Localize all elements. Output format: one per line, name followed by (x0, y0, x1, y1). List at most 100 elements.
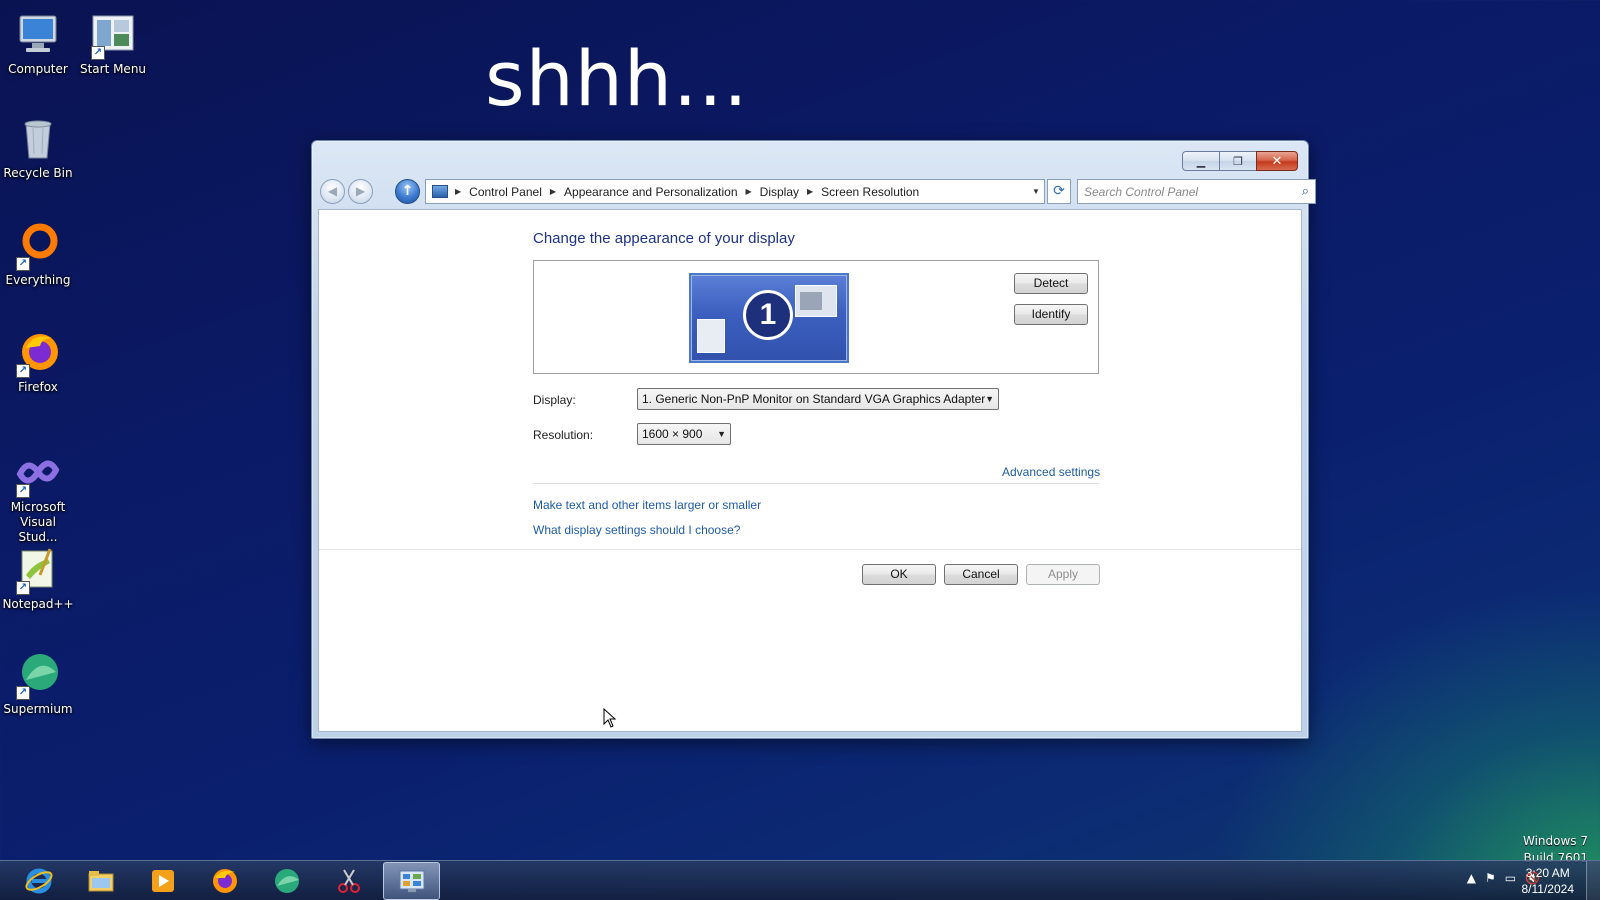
start-menu-icon: ↗ (89, 10, 137, 60)
address-bar[interactable]: ▶ Control Panel ▶ Appearance and Persona… (425, 179, 1045, 204)
ok-button[interactable]: OK (862, 564, 936, 585)
desktop-icon-label: Firefox (18, 380, 58, 394)
apply-button[interactable]: Apply (1026, 564, 1100, 585)
network-icon[interactable]: ▭ (1505, 871, 1516, 885)
breadcrumb-screen-resolution[interactable]: Screen Resolution (821, 185, 919, 199)
taskbar-clock[interactable]: 3:20 AM 8/11/2024 (1522, 865, 1575, 897)
up-button[interactable]: ↑ (395, 179, 420, 204)
taskbar-firefox[interactable] (196, 862, 253, 900)
desktop-overlay-text: shhh... (485, 34, 749, 123)
identify-button[interactable]: Identify (1014, 304, 1088, 325)
desktop-icon-label: Notepad++ (2, 597, 74, 611)
control-panel-icon (432, 185, 448, 198)
desktop-icon-label: Supermium (3, 702, 73, 716)
search-box: ⌕ (1077, 179, 1316, 204)
up-arrow-icon: ↑ (401, 183, 414, 199)
desktop-icon-label: Start Menu (79, 62, 147, 76)
file-explorer-icon (88, 871, 113, 892)
display-settings-help-link[interactable]: What display settings should I choose? (533, 523, 740, 537)
monitor-1-tile[interactable]: 1 (689, 273, 849, 363)
notepad-plus-plus-icon: ↗ (14, 545, 62, 595)
chevron-right-icon: ▶ (455, 187, 462, 196)
supermium-icon: ↗ (14, 650, 62, 700)
cancel-button[interactable]: Cancel (944, 564, 1018, 585)
desktop-icon-start-menu[interactable]: ↗ Start Menu (75, 10, 151, 77)
show-hidden-icons-icon[interactable]: ▲ (1467, 871, 1476, 885)
taskbar-control-panel[interactable] (383, 862, 440, 900)
chevron-right-icon: ▶ (745, 187, 752, 196)
monitor-window-graphic (795, 285, 837, 317)
search-icon[interactable]: ⌕ (1302, 184, 1309, 199)
taskbar-snipping-tool[interactable] (320, 862, 377, 900)
clock-date: 8/11/2024 (1521, 882, 1575, 896)
back-arrow-icon: ◀ (327, 184, 338, 198)
screen-resolution-window: ▁ ❐ ✕ ◀ ▶ ↑ ▶ Control Panel ▶ Appearance… (311, 140, 1316, 739)
taskbar-media-player[interactable] (134, 862, 191, 900)
content-pane: Change the appearance of your display 1 … (318, 209, 1302, 732)
supermium-icon (274, 869, 299, 893)
display-select[interactable]: 1. Generic Non-PnP Monitor on Standard V… (637, 388, 999, 410)
refresh-button[interactable]: ⟳ (1047, 179, 1071, 204)
monitor-arrangement-panel: 1 Detect Identify (533, 260, 1099, 374)
control-panel-icon (399, 870, 424, 892)
detect-button[interactable]: Detect (1014, 273, 1088, 294)
desktop-icon-supermium[interactable]: ↗ Supermium (0, 650, 76, 717)
close-button[interactable]: ✕ (1256, 151, 1298, 171)
everything-icon: ↗ (14, 221, 62, 271)
display-label: Display: (533, 393, 576, 407)
breadcrumb-display[interactable]: Display (760, 185, 799, 199)
taskbar-supermium[interactable] (258, 862, 315, 900)
address-dropdown-icon[interactable]: ▼ (1028, 187, 1044, 196)
desktop-icon-label: Computer (8, 62, 68, 76)
chevron-down-icon: ▼ (985, 394, 994, 404)
desktop-icon-visual-studio[interactable]: ↗ Microsoft Visual Stud... (0, 448, 76, 545)
breadcrumb-control-panel[interactable]: Control Panel (469, 185, 542, 199)
taskbar-internet-explorer[interactable] (10, 862, 67, 900)
maximize-button[interactable]: ❐ (1219, 151, 1257, 171)
mouse-cursor-icon (603, 708, 617, 728)
forward-button[interactable]: ▶ (348, 179, 373, 204)
show-desktop-button[interactable] (1586, 861, 1600, 900)
forward-arrow-icon: ▶ (355, 184, 366, 198)
desktop-icon-label: Microsoft Visual Stud... (10, 500, 66, 544)
desktop-icon-notepad-plus-plus[interactable]: ↗ Notepad++ (0, 545, 76, 612)
divider (319, 549, 1301, 550)
divider (533, 483, 1099, 484)
search-input[interactable] (1084, 184, 1302, 199)
refresh-icon: ⟳ (1053, 183, 1065, 199)
monitor-number: 1 (743, 290, 793, 340)
minimize-icon: ▁ (1196, 154, 1206, 168)
clock-time: 3:20 AM (1525, 866, 1570, 880)
text-size-link[interactable]: Make text and other items larger or smal… (533, 498, 761, 512)
navigation-bar: ◀ ▶ ↑ ▶ Control Panel ▶ Appearance and P… (320, 178, 1316, 204)
shortcut-arrow-icon: ↗ (16, 364, 30, 378)
resolution-select[interactable]: 1600 × 900 ▼ (637, 423, 731, 445)
media-player-icon (151, 870, 174, 892)
visual-studio-icon: ↗ (14, 448, 62, 498)
shortcut-arrow-icon: ↗ (16, 686, 30, 700)
desktop-icon-label: Everything (5, 273, 71, 287)
firefox-icon (212, 869, 237, 893)
recycle-bin-icon (14, 114, 62, 162)
shortcut-arrow-icon: ↗ (16, 581, 30, 595)
desktop-icon-computer[interactable]: Computer (0, 10, 76, 77)
chevron-right-icon: ▶ (807, 187, 814, 196)
advanced-settings-link[interactable]: Advanced settings (1002, 465, 1100, 479)
desktop-icon-firefox[interactable]: ↗ Firefox (0, 328, 76, 395)
resolution-select-value: 1600 × 900 (642, 427, 703, 441)
taskbar-file-explorer[interactable] (72, 862, 129, 900)
breadcrumb-appearance[interactable]: Appearance and Personalization (564, 185, 737, 199)
shortcut-arrow-icon: ↗ (16, 484, 30, 498)
action-center-flag-icon[interactable]: ⚑ (1485, 871, 1496, 885)
minimize-button[interactable]: ▁ (1182, 151, 1220, 171)
computer-icon (14, 10, 62, 58)
desktop-icon-recycle-bin[interactable]: Recycle Bin (0, 114, 76, 181)
resolution-label: Resolution: (533, 428, 594, 442)
back-button[interactable]: ◀ (320, 179, 345, 204)
internet-explorer-icon (25, 868, 52, 894)
desktop-icon-everything[interactable]: ↗ Everything (0, 221, 76, 288)
window-controls: ▁ ❐ ✕ (1182, 151, 1298, 171)
page-title: Change the appearance of your display (533, 230, 795, 247)
snipping-tool-icon (337, 869, 360, 893)
chevron-down-icon: ▼ (717, 429, 726, 439)
